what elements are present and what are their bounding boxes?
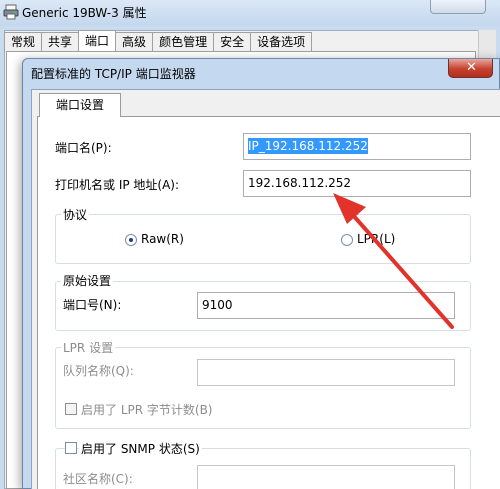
annotation-arrow-icon (333, 193, 454, 329)
